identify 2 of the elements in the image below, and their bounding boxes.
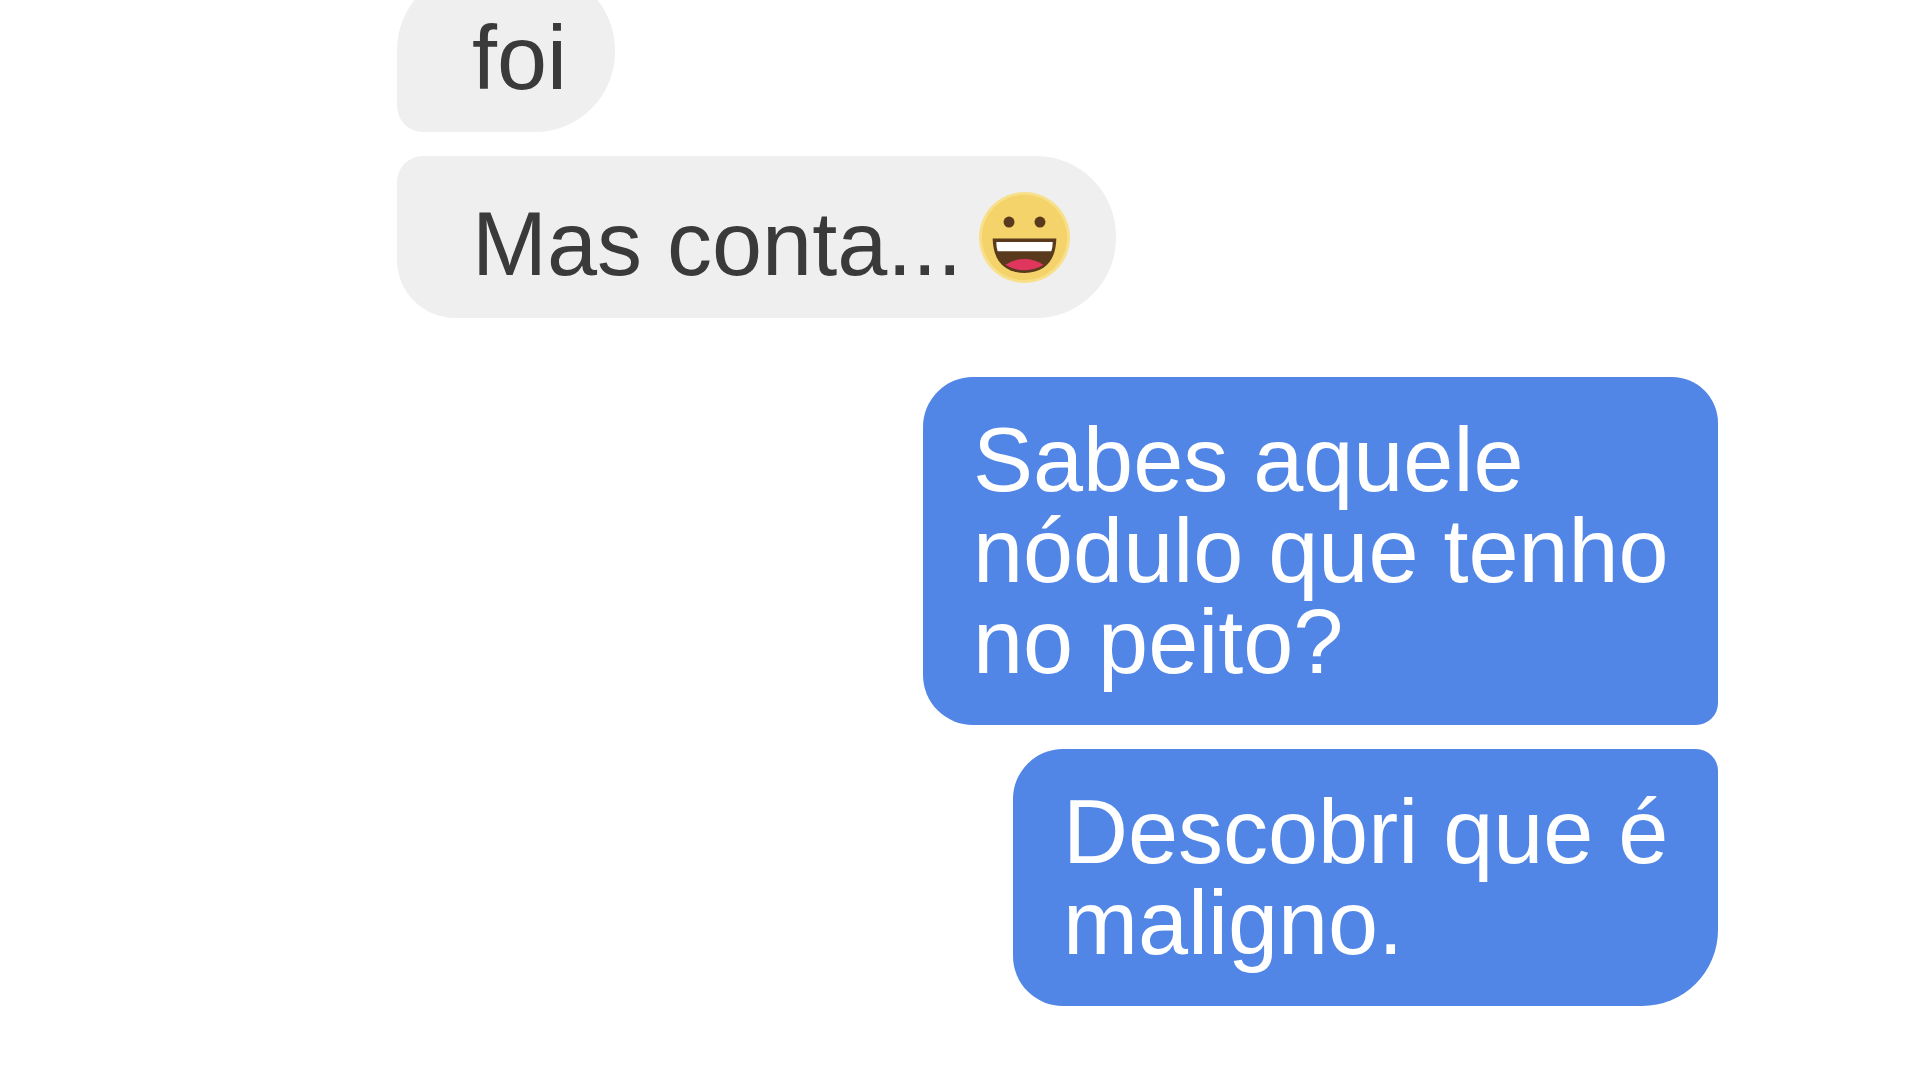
message-text: foi (472, 13, 569, 104)
message-text: Mas conta... (472, 199, 964, 290)
